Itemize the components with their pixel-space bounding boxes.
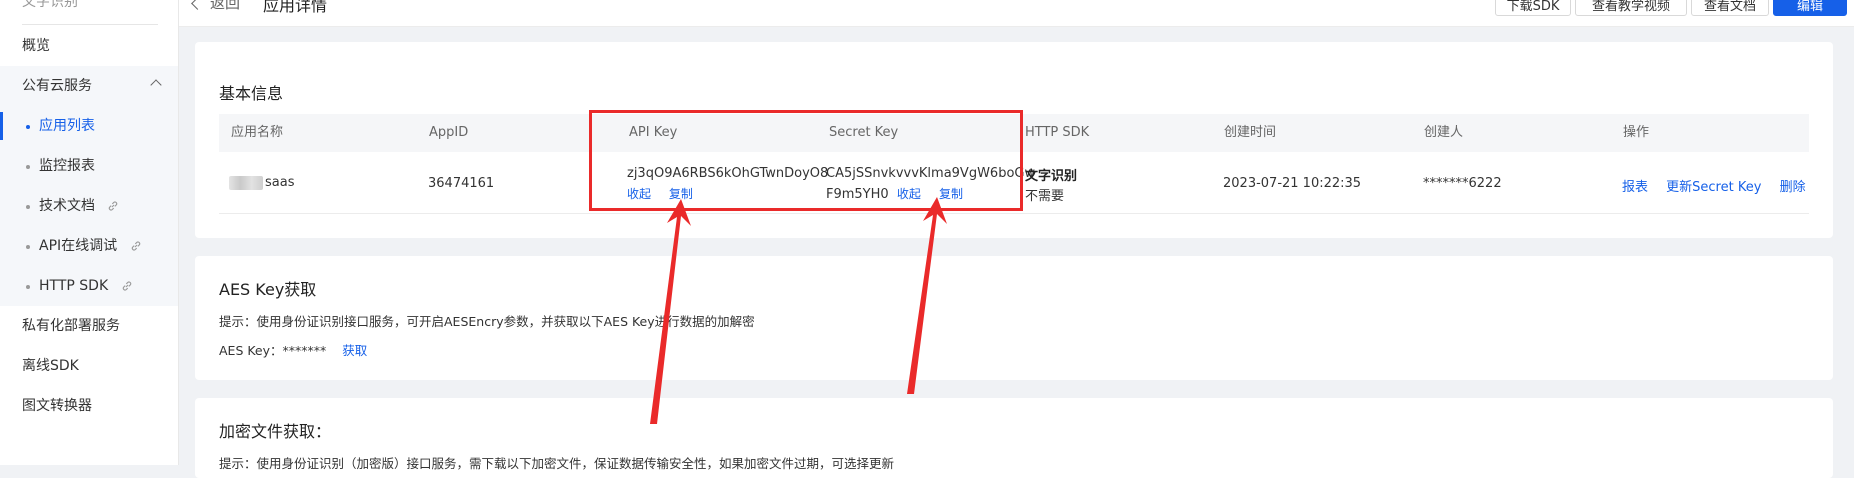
- sidebar-item-label: 公有云服务: [22, 78, 92, 94]
- appid-cell: 36474161: [428, 176, 495, 191]
- sidebar-item-label: 应用列表: [39, 118, 95, 134]
- sidebar-item-label: 技术文档: [39, 198, 95, 214]
- col-created-time: 创建时间: [1224, 125, 1277, 140]
- http-sdk-value: 不需要: [1025, 189, 1065, 204]
- delete-link[interactable]: 删除: [1780, 180, 1806, 195]
- view-docs-button[interactable]: 查看文档: [1691, 0, 1769, 16]
- col-creator: 创建人: [1424, 125, 1464, 140]
- highlight-box: [589, 110, 1023, 211]
- aes-key-hint: 提示：使用身份证识别接口服务，可开启AESEncry参数，并获取以下AES Ke…: [219, 314, 755, 329]
- bullet-icon: [26, 285, 30, 289]
- sidebar-item-api-debug[interactable]: API在线调试: [0, 226, 178, 266]
- tutorial-video-button[interactable]: 查看教学视频: [1575, 0, 1687, 16]
- sidebar-item-label: 图文转换器: [22, 398, 92, 414]
- encrypt-file-hint: 提示：使用身份证识别（加密版）接口服务，需下载以下加密文件，保证数据传输安全性，…: [219, 456, 895, 471]
- report-link[interactable]: 报表: [1622, 180, 1648, 195]
- chevron-left-icon: [191, 0, 204, 10]
- aes-key-value: AES Key：*******: [219, 343, 327, 358]
- sidebar-item-label: 离线SDK: [22, 358, 79, 374]
- chevron-up-icon: [150, 79, 162, 91]
- aes-key-row: AES Key：******* 获取: [219, 340, 367, 359]
- sidebar-product-title: 文字识别: [22, 0, 78, 10]
- sidebar-item-monitor-report[interactable]: 监控报表: [0, 146, 178, 186]
- col-http-sdk: HTTP SDK: [1025, 125, 1090, 140]
- sidebar-item-label: 私有化部署服务: [22, 318, 120, 334]
- col-appid: AppID: [429, 125, 469, 140]
- back-button[interactable]: 返回: [191, 0, 241, 13]
- sidebar-item-label: 概览: [22, 38, 50, 54]
- col-app-name: 应用名称: [231, 125, 284, 140]
- page-title: 应用详情: [263, 0, 328, 15]
- bullet-icon: [26, 125, 30, 129]
- sidebar-item-http-sdk[interactable]: HTTP SDK: [0, 266, 178, 306]
- bullet-icon: [26, 165, 30, 169]
- sidebar-item-offline-sdk[interactable]: 离线SDK: [0, 346, 178, 386]
- row-divider: [219, 213, 1809, 214]
- bullet-icon: [26, 245, 30, 249]
- redacted-name: [229, 175, 263, 190]
- external-link-icon: [131, 241, 140, 251]
- sidebar-item-label: HTTP SDK: [39, 278, 109, 294]
- app-name-cell: saas: [229, 175, 294, 190]
- app-name-text: saas: [265, 175, 295, 190]
- bullet-icon: [26, 205, 30, 209]
- encrypt-file-title: 加密文件获取：: [219, 422, 332, 441]
- sidebar: 文字识别 概览 公有云服务 应用列表 监控报表 技术文档 API在线调试 HTT…: [0, 0, 179, 465]
- aes-key-card: AES Key获取 提示：使用身份证识别接口服务，可开启AESEncry参数，并…: [195, 256, 1833, 380]
- download-sdk-button[interactable]: 下载SDK: [1495, 0, 1571, 16]
- get-aes-key-link[interactable]: 获取: [342, 343, 367, 358]
- sidebar-item-private-deploy[interactable]: 私有化部署服务: [0, 306, 178, 346]
- sidebar-divider: [22, 24, 158, 25]
- sidebar-group-public-cloud[interactable]: 公有云服务: [0, 66, 178, 106]
- external-link-icon: [122, 281, 131, 291]
- http-sdk-name: 文字识别: [1025, 169, 1078, 184]
- created-time-cell: 2023-07-21 10:22:35: [1223, 176, 1362, 191]
- col-actions: 操作: [1623, 125, 1650, 140]
- sidebar-item-app-list[interactable]: 应用列表: [0, 106, 178, 146]
- sidebar-item-image-converter[interactable]: 图文转换器: [0, 386, 178, 426]
- basic-info-title: 基本信息: [219, 84, 284, 103]
- sidebar-item-overview[interactable]: 概览: [0, 26, 178, 66]
- active-indicator: [0, 112, 3, 140]
- update-secret-key-link[interactable]: 更新Secret Key: [1666, 180, 1761, 195]
- encrypt-file-card: 加密文件获取： 提示：使用身份证识别（加密版）接口服务，需下载以下加密文件，保证…: [195, 398, 1833, 478]
- sidebar-item-label: API在线调试: [39, 238, 118, 254]
- actions-cell: 报表 更新Secret Key 删除: [1622, 176, 1806, 195]
- sidebar-item-label: 监控报表: [39, 158, 95, 174]
- aes-key-title: AES Key获取: [219, 280, 317, 299]
- page-header: 返回 应用详情 下载SDK 查看教学视频 查看文档 编辑: [179, 0, 1854, 27]
- edit-button[interactable]: 编辑: [1773, 0, 1847, 16]
- back-label: 返回: [210, 0, 241, 12]
- creator-cell: *******6222: [1423, 176, 1502, 191]
- sidebar-item-tech-docs[interactable]: 技术文档: [0, 186, 178, 226]
- external-link-icon: [109, 201, 118, 211]
